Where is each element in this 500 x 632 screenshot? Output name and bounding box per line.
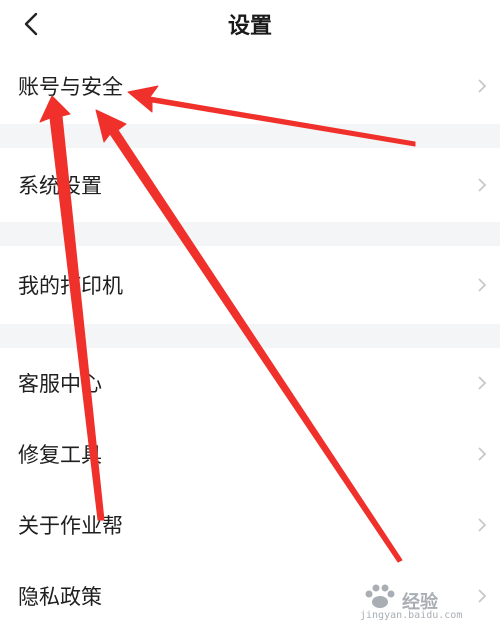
watermark-url: jingyan.baidu.com (360, 610, 463, 621)
settings-item-about[interactable]: 关于作业帮 (0, 490, 500, 560)
chevron-right-icon (478, 376, 487, 390)
settings-item-account-security[interactable]: 账号与安全 (0, 48, 500, 124)
chevron-right-icon (478, 447, 487, 461)
settings-item-repair-tools[interactable]: 修复工具 (0, 418, 500, 490)
chevron-right-icon (478, 178, 487, 192)
top-nav-bar: 设置 (0, 0, 500, 48)
settings-item-label: 客服中心 (18, 372, 102, 396)
section-divider (0, 222, 500, 246)
paw-icon (365, 584, 395, 608)
chevron-right-icon (478, 278, 487, 292)
settings-item-system-settings[interactable]: 系统设置 (0, 148, 500, 222)
page-title: 设置 (227, 14, 272, 39)
chevron-right-icon (478, 518, 487, 532)
section-divider (0, 124, 500, 148)
settings-item-label: 隐私政策 (18, 585, 102, 609)
settings-item-label: 系统设置 (18, 174, 102, 198)
settings-item-my-printer[interactable]: 我的打印机 (0, 246, 500, 324)
settings-item-label: 我的打印机 (18, 274, 123, 298)
section-divider (0, 324, 500, 348)
settings-item-label: 修复工具 (18, 443, 102, 467)
watermark: 经验 jingyan.baidu.com (360, 582, 490, 622)
chevron-right-icon (478, 79, 487, 93)
settings-item-label: 账号与安全 (18, 75, 123, 99)
settings-item-customer-service[interactable]: 客服中心 (0, 348, 500, 418)
settings-item-label: 关于作业帮 (18, 514, 123, 538)
settings-list: 账号与安全 系统设置 我的打印机 客服中心 修复工具 关于作业帮 隐私政策 (0, 48, 500, 632)
